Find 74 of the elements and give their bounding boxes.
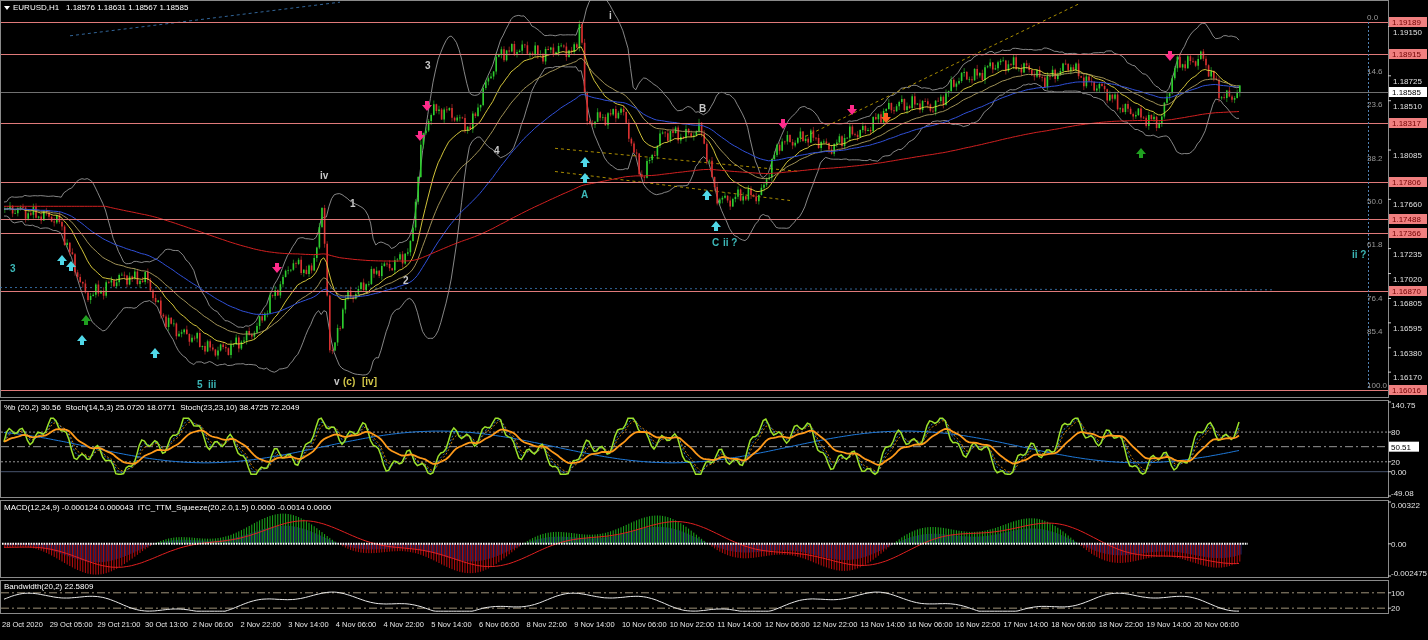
value-axis-label: 80 — [1391, 428, 1400, 438]
price-axis-label: 1.16170 — [1393, 373, 1422, 383]
wave-label: 3 — [10, 263, 16, 274]
fibonacci-level-label: 50.0 — [1367, 197, 1383, 206]
wave-label: 3 — [425, 60, 431, 71]
wave-label: A — [581, 189, 589, 200]
fibonacci-level-label: 38.2 — [1367, 153, 1383, 163]
down-arrow-icon — [422, 101, 432, 111]
wave-label: C — [712, 237, 720, 248]
price-axis-label: 1.17020 — [1393, 274, 1422, 284]
value-axis-label: 0.00 — [1391, 539, 1407, 549]
up-arrow-icon — [711, 221, 721, 231]
value-axis-label: 140.75 — [1391, 401, 1416, 410]
fibonacci-level-label: 0.0 — [1367, 13, 1379, 22]
value-axis-label: 20 — [1391, 604, 1400, 614]
down-arrow-icon — [881, 113, 891, 123]
value-axis-label: 0.00322 — [1391, 501, 1420, 510]
wave-label: [iv] — [362, 376, 377, 387]
price-axis-label: 1.19150 — [1393, 27, 1422, 37]
price-axis-label: 1.16595 — [1393, 323, 1422, 333]
fibonacci-level-label: 23.6 — [1367, 99, 1383, 109]
fibonacci-level-label: 14.6 — [1367, 66, 1383, 76]
price-axis-label: 1.18725 — [1393, 76, 1422, 86]
wave-label: iv — [320, 170, 329, 181]
price-level-label: 1.16870 — [1389, 286, 1427, 296]
value-axis-label: -0.002475 — [1391, 569, 1428, 578]
indicator-legend: %b (20,2) 30.56 Stoch(14,5,3) 25.0720 18.0771 Stoch(23,23,10) 38.4725 72.2049 — [4, 403, 300, 412]
fibonacci-level-label: 85.4 — [1367, 327, 1383, 337]
indicator-legend: Bandwidth(20,2) 22.5809 — [4, 582, 94, 591]
value-axis-label: 0.00 — [1391, 467, 1407, 477]
value-axis-label: 20 — [1391, 457, 1400, 467]
price-level-label: 1.17366 — [1389, 228, 1427, 238]
wave-label: 1 — [350, 198, 356, 209]
down-arrow-icon — [272, 263, 282, 273]
price-axis-label: 1.16380 — [1393, 348, 1422, 358]
price-axis-label: 1.17235 — [1393, 249, 1422, 259]
wave-label: ii ? — [1352, 249, 1367, 260]
wave-label: iii — [208, 379, 217, 390]
dropdown-triangle-icon — [4, 6, 10, 10]
price-level-label: 1.17806 — [1389, 177, 1427, 187]
wave-label: ii ? — [723, 237, 738, 248]
down-arrow-icon — [847, 105, 857, 115]
up-arrow-icon — [1136, 148, 1146, 158]
price-level-label: 1.19189 — [1389, 17, 1427, 27]
price-axis-label: 1.18085 — [1393, 151, 1422, 161]
wave-label: (c) — [343, 376, 356, 387]
price-level-label: 1.18915 — [1389, 49, 1427, 59]
wave-label: v — [334, 376, 340, 387]
ohlc-values: 1.18576 1.18631 1.18567 1.18585 — [66, 3, 189, 12]
wave-label: 2 — [403, 275, 409, 286]
price-level-label: 1.17488 — [1389, 214, 1427, 224]
price-axis-label: 1.17660 — [1393, 200, 1422, 210]
down-arrow-icon — [415, 131, 425, 141]
fibonacci-level-label: 100.0 — [1367, 381, 1388, 390]
fibonacci-level-label: 76.4 — [1367, 294, 1383, 304]
up-arrow-icon — [150, 348, 160, 358]
wave-label: 4 — [494, 145, 500, 156]
down-arrow-icon — [778, 119, 788, 129]
value-axis-label: -49.08 — [1391, 489, 1414, 498]
value-axis-label: 100 — [1391, 588, 1405, 598]
down-arrow-icon — [1165, 51, 1175, 61]
current-price-label: 1.18585 — [1389, 87, 1427, 97]
price-axis-label: 1.16805 — [1393, 299, 1422, 309]
wave-label: i — [609, 10, 612, 21]
chart-symbol: EURUSD,H1 — [13, 3, 60, 12]
price-level-label: 1.16016 — [1389, 385, 1427, 395]
wave-label: B — [699, 103, 707, 114]
wave-label: 5 — [197, 379, 203, 390]
up-arrow-icon — [702, 190, 712, 200]
current-value-label: 50.51 — [1389, 441, 1419, 452]
indicator-legend: MACD(12,24,9) -0.000124 0.000043 ITC_TTM_Squeeze(20,2.0,1.5) 0.0000 -0.0014 0.0000 — [4, 503, 332, 512]
price-level-label: 1.18317 — [1389, 118, 1427, 128]
fibonacci-level-label: 61.8 — [1367, 240, 1383, 250]
price-axis-label: 1.18510 — [1393, 101, 1422, 111]
